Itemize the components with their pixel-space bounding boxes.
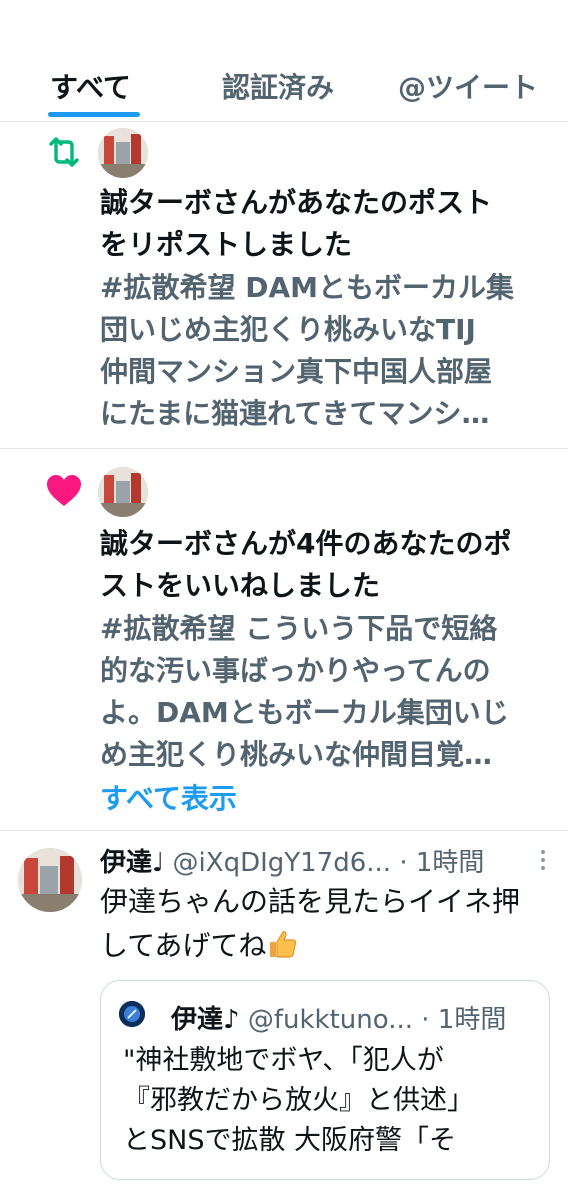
quoted-text-line: "神社敷地でボヤ、「犯人が xyxy=(123,1045,444,1076)
tab-all[interactable]: すべて xyxy=(50,66,131,106)
notification-tabs: すべて 認証済み @ツイート xyxy=(0,50,568,122)
preview-line: め主犯くり桃みいな仲間目覚… xyxy=(100,738,493,771)
tweet[interactable]: 伊達♩ @iXqDIgY17d6... · 1時間 伊達ちゃんの話を見たらイイネ… xyxy=(0,842,568,1180)
quoted-tweet-header: 伊達♪ @fukktuno... · 1時間 xyxy=(119,999,539,1035)
more-options-icon[interactable] xyxy=(540,850,546,872)
author-name[interactable]: 伊達♩ xyxy=(100,848,164,878)
quoted-tweet[interactable]: 伊達♪ @fukktuno... · 1時間 "神社敷地でボヤ、「犯人が 『邪教… xyxy=(100,980,550,1180)
avatar xyxy=(119,1001,145,1027)
separator-dot: · xyxy=(421,1005,430,1035)
tweet-header: 伊達♩ @iXqDIgY17d6... · 1時間 xyxy=(100,842,548,878)
notification-text-line: ストをいいねしました xyxy=(100,569,381,602)
preview-line: 仲間マンション真下中国人部屋 xyxy=(100,355,493,388)
author-handle[interactable]: @iXqDIgY17d6... xyxy=(173,848,392,878)
avatar[interactable] xyxy=(18,848,82,912)
preview-line: にたまに猫連れてきてマンシ… xyxy=(100,397,490,430)
post-preview: #拡散希望 DAMともボーカル集 団いじめ主犯くり桃みいなTIJ 仲間マンション… xyxy=(100,267,550,435)
notification-text-line: をリポストしました xyxy=(100,228,353,261)
notification-text-line: 誠ターボさんがあなたのポスト xyxy=(100,186,493,219)
preview-line: #拡散希望 DAMともボーカル集 xyxy=(100,271,514,304)
tweet-text-line: してあげてね xyxy=(100,929,267,962)
quoted-text-line: とSNSで拡散 大阪府警「そ xyxy=(123,1125,457,1156)
divider xyxy=(0,830,568,831)
show-all-link[interactable]: すべて表示 xyxy=(100,777,237,817)
tweet-text-line: 伊達ちゃんの話を見たらイイネ押 xyxy=(100,885,521,918)
quoted-author-name: 伊達♪ xyxy=(171,1005,240,1035)
avatar[interactable] xyxy=(98,467,148,517)
quoted-timestamp: 1時間 xyxy=(437,1005,507,1035)
notification-text: 誠ターボさんがあなたのポスト をリポストしました xyxy=(100,182,550,266)
quoted-text-line: 『邪教だから放火』と供述」 xyxy=(123,1085,474,1116)
like-notification[interactable]: 誠ターボさんが4件のあなたのポ ストをいいねしました #拡散希望 こういう下品で… xyxy=(0,449,568,829)
preview-line: 団いじめ主犯くり桃みいなTIJ xyxy=(100,313,476,346)
post-preview: #拡散希望 こういう下品で短絡 的な汚い事ばっかりやってんの よ。DAMともボー… xyxy=(100,608,550,776)
preview-line: よ。DAMともボーカル集団いじ xyxy=(100,696,509,729)
active-tab-indicator xyxy=(48,112,140,117)
tab-verified[interactable]: 認証済み xyxy=(222,66,334,106)
avatar[interactable] xyxy=(98,128,148,178)
tab-mentions[interactable]: @ツイート xyxy=(398,66,538,106)
preview-line: #拡散希望 こういう下品で短絡 xyxy=(100,612,498,645)
separator-dot: · xyxy=(399,848,408,878)
timestamp[interactable]: 1時間 xyxy=(416,848,485,878)
repost-notification[interactable]: 誠ターボさんがあなたのポスト をリポストしました #拡散希望 DAMともボーカル… xyxy=(0,122,568,448)
tweet-text: 伊達ちゃんの話を見たらイイネ押 してあげてね xyxy=(100,880,550,972)
repost-icon xyxy=(44,132,84,172)
notification-text-line: 誠ターボさんが4件のあなたのポ xyxy=(100,527,512,560)
quoted-tweet-text: "神社敷地でボヤ、「犯人が 『邪教だから放火』と供述」 とSNSで拡散 大阪府警… xyxy=(123,1041,533,1161)
notification-text: 誠ターボさんが4件のあなたのポ ストをいいねしました xyxy=(100,523,550,607)
quoted-author-meta: 伊達♪ @fukktuno... · 1時間 xyxy=(171,999,506,1035)
heart-icon xyxy=(44,471,84,511)
preview-line: 的な汚い事ばっかりやってんの xyxy=(100,654,491,687)
quoted-author-handle: @fukktuno... xyxy=(247,1005,413,1035)
thumbs-up-icon xyxy=(266,928,298,972)
